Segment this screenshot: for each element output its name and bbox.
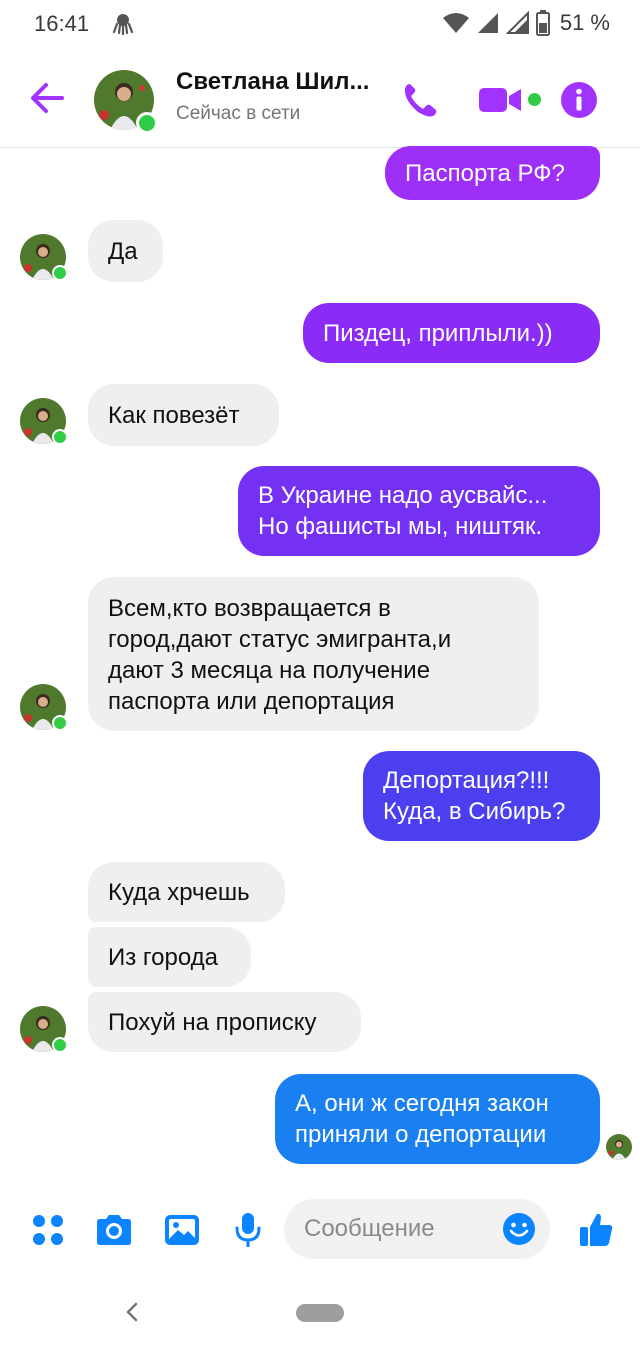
message-incoming[interactable]: Похуй на прописку [88,992,361,1052]
message-text: Пиздец, приплыли.)) [323,319,553,347]
message-incoming[interactable]: Как повезёт [88,384,279,446]
battery-percent: 51 % [559,10,610,35]
info-icon[interactable] [560,81,598,119]
message-line: Депортация?!!! [383,767,550,794]
message-outgoing[interactable]: Депортация?!!! Куда, в Сибирь? [363,751,600,841]
message-outgoing[interactable]: В Украине надо аусвайс... Но фашисты мы,… [238,466,600,556]
online-indicator [52,1037,68,1053]
signal-icon [477,13,498,33]
phone-icon[interactable] [400,80,440,120]
microphone-icon[interactable] [228,1210,268,1250]
status-bar: 16:41 51 % [0,0,640,48]
system-nav-bar [0,1282,640,1352]
message-line: Но фашисты мы, ништяк. [258,513,543,540]
contact-presence: Сейчас в сети [176,103,301,124]
message-incoming[interactable]: Да [88,220,163,282]
message-input-container[interactable] [284,1199,550,1259]
message-composer [0,1180,640,1280]
message-incoming[interactable]: Куда хрчешь [88,862,285,922]
message-line: паспорта или депортация [108,688,395,715]
message-line: В Украине надо аусвайс... [258,482,548,509]
video-camera-icon[interactable] [478,84,524,116]
nav-back-icon[interactable] [122,1298,142,1326]
online-indicator [52,715,68,731]
message-outgoing[interactable]: Паспорта РФ? [385,146,600,200]
seen-avatar [606,1134,632,1160]
contact-name[interactable]: Светлана Шил... [176,68,369,96]
online-indicator [136,112,158,134]
back-arrow-icon[interactable] [26,78,66,118]
message-line: дают 3 месяца на получение [108,657,431,684]
home-pill-icon[interactable] [296,1304,344,1322]
battery-icon [535,10,550,36]
message-text: Похуй на прописку [108,1008,317,1036]
message-input[interactable] [304,1213,484,1245]
emoji-icon[interactable] [502,1212,536,1246]
message-incoming[interactable]: Из города [88,927,251,987]
message-line: город,дают статус эмигранта,и [108,626,452,653]
online-indicator [52,265,68,281]
gallery-icon[interactable] [162,1210,202,1250]
message-line: А, они ж сегодня закон [295,1090,549,1117]
message-line: Всем,кто возвращается в [108,595,391,622]
thumbs-up-icon[interactable] [576,1210,616,1250]
app-notification-icon [112,14,134,36]
message-line: приняли о депортации [295,1121,547,1148]
online-indicator [52,429,68,445]
apps-icon[interactable] [28,1210,68,1250]
message-text: Из города [108,943,219,971]
camera-icon[interactable] [94,1210,134,1250]
message-outgoing[interactable]: Пиздец, приплыли.)) [303,303,600,363]
message-text: Да [108,237,138,265]
message-outgoing[interactable]: А, они ж сегодня закон приняли о депорта… [275,1074,600,1164]
wifi-icon [442,13,469,33]
message-text: Куда хрчешь [108,878,250,906]
video-online-dot [528,93,541,106]
chat-header: Светлана Шил... Сейчас в сети [0,48,640,148]
status-icons: 51 % [442,8,610,38]
signal-icon-2 [505,11,529,34]
message-text: Паспорта РФ? [405,159,565,187]
message-incoming[interactable]: Всем,кто возвращается в город,дают стату… [88,577,539,731]
message-text: Как повезёт [108,401,240,429]
message-line: Куда, в Сибирь? [383,798,566,825]
status-time: 16:41 [34,11,90,36]
